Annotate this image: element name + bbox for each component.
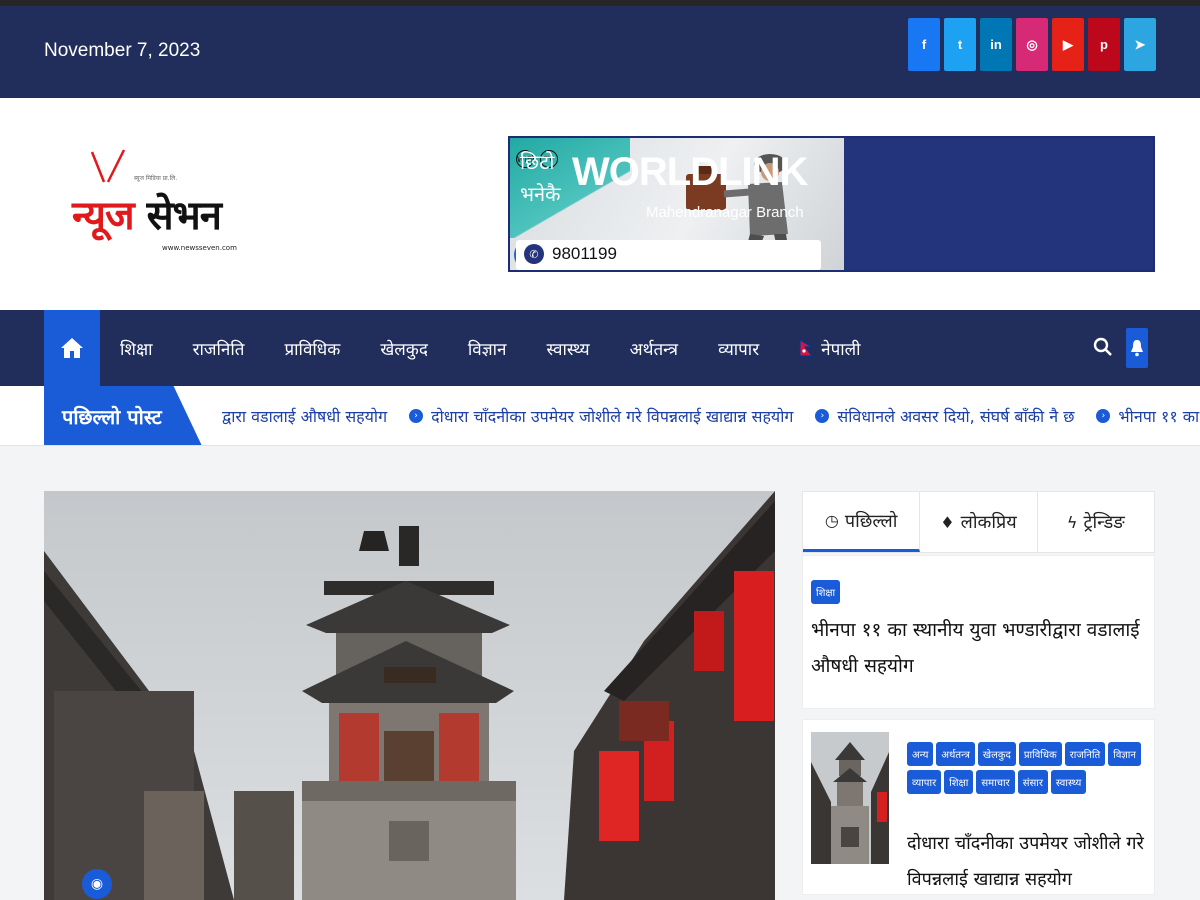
post-card[interactable]: अन्य अर्थतन्त्र खेलकुद प्राविधिक राजनिति विज्… (802, 719, 1155, 895)
category-badge[interactable]: अन्य (907, 742, 934, 766)
phone-icon: ✆ (524, 244, 544, 264)
chevron-right-icon: › (1096, 409, 1111, 423)
linkedin-icon[interactable]: in (980, 18, 1012, 71)
nav-items: शिक्षा राजनिति प्राविधिक खेलकुद विज्ञान स्वास… (100, 310, 881, 386)
featured-image[interactable]: ◉ (44, 491, 775, 900)
social-links: f t in ◎ ▶ p ➤ (908, 18, 1156, 71)
category-badge[interactable]: विज्ञान (1108, 742, 1141, 766)
facebook-icon[interactable]: f (908, 18, 940, 71)
ad-right-panel (844, 138, 1153, 270)
sidebar: ◷ पछिल्लो ♦ लोकप्रिय ϟ ट्रेन्डिङ शिक्षा भीनपा… (802, 491, 1155, 895)
current-date: November 7, 2023 (44, 40, 201, 61)
category-badge[interactable]: स्वास्थ्य (1050, 770, 1087, 794)
logo-word-red: न्यूज (72, 193, 135, 239)
thumbnail-photo (811, 732, 889, 864)
tab-label: ट्रेन्डिङ (1083, 512, 1125, 533)
advertisement-banner[interactable]: WiFi TV ● छिटो भनेकै WORLDLINK Mahendran… (508, 136, 1155, 272)
instagram-icon[interactable]: ◎ (1016, 18, 1048, 71)
site-logo[interactable]: ब्यूज मिडिया प्रा.लि. न्यूज सेभन www.new… (68, 148, 238, 268)
post-categories: अन्य अर्थतन्त्र खेलकुद प्राविधिक राजनिति विज्… (907, 742, 1147, 798)
nepal-flag-icon (799, 339, 814, 357)
ticker-text: भीनपा ११ का स्थानीय (1118, 407, 1200, 426)
camera-icon: ◉ (82, 869, 112, 899)
tower-photo (44, 491, 775, 900)
category-badge[interactable]: शिक्षा (944, 770, 974, 794)
ticker-item[interactable]: › भीनपा ११ का स्थानीय (1096, 405, 1200, 427)
ticker-track: द्वारा वडालाई औषधी सहयोग › दोधारा चाँदनीका… (222, 386, 1200, 445)
nav-item[interactable]: खेलकुद (360, 337, 448, 360)
nav-item[interactable]: शिक्षा (100, 337, 173, 360)
nav-item[interactable]: स्वास्थ्य (526, 337, 609, 360)
top-bar: November 7, 2023 f t in ◎ ▶ p ➤ (0, 6, 1200, 98)
bolt-icon: ϟ (1066, 512, 1078, 532)
tab-label: पछिल्लो (844, 510, 898, 532)
ad-tagline-line1: छिटो (520, 150, 555, 174)
ticker-text: दोधारा चाँदनीका उपमेयर जोशीले गरे विपन्न… (431, 407, 794, 426)
ad-tagline: छिटो भनेकै (520, 146, 561, 210)
category-badge[interactable]: राजनिति (1064, 742, 1106, 766)
category-badge[interactable]: समाचार (976, 770, 1015, 794)
category-badge[interactable]: खेलकुद (977, 742, 1016, 766)
post-title[interactable]: दोधारा चाँदनीका उपमेयर जोशीले गरे विपन्न… (907, 826, 1147, 894)
logo-wordmark: न्यूज सेभन (72, 186, 222, 241)
antenna-icon (90, 149, 126, 183)
logo-word-black: सेभन (146, 193, 222, 239)
latest-post-ticker: पछिल्लो पोस्ट द्वारा वडालाई औषधी सहयोग › द… (0, 386, 1200, 446)
ticker-label: पछिल्लो पोस्ट (44, 386, 202, 445)
twitter-icon[interactable]: t (944, 18, 976, 71)
category-badge[interactable]: प्राविधिक (1018, 742, 1062, 766)
clock-icon: ◷ (824, 511, 839, 530)
category-badge[interactable]: संसार (1017, 770, 1048, 794)
notification-button[interactable] (1126, 328, 1148, 368)
chevron-right-icon: › (815, 409, 830, 423)
ticker-item[interactable]: › संविधानले अवसर दियो, संघर्ष बाँकी नै छ (815, 405, 1074, 427)
masthead: ब्यूज मिडिया प्रा.लि. न्यूज सेभन www.new… (0, 98, 1200, 310)
logo-url: www.newsseven.com (162, 244, 237, 252)
main-nav: शिक्षा राजनिति प्राविधिक खेलकुद विज्ञान स्वास… (0, 310, 1200, 386)
youtube-icon[interactable]: ▶ (1052, 18, 1084, 71)
ticker-item[interactable]: › दोधारा चाँदनीका उपमेयर जोशीले गरे विपन्… (409, 405, 793, 427)
home-button[interactable] (44, 310, 100, 386)
tab-latest[interactable]: ◷ पछिल्लो (803, 492, 921, 552)
ticker-item[interactable]: द्वारा वडालाई औषधी सहयोग (222, 405, 387, 427)
category-badge[interactable]: शिक्षा (811, 580, 841, 604)
nav-item[interactable]: अर्थतन्त्र (610, 337, 698, 360)
telegram-icon[interactable]: ➤ (1124, 18, 1156, 71)
post-title[interactable]: भीनपा ११ का स्थानीय युवा भण्डारीद्वारा व… (811, 612, 1146, 684)
nav-item[interactable]: राजनिति (173, 337, 265, 360)
nav-item[interactable]: विज्ञान (448, 337, 527, 360)
ad-branch: Mahendranagar Branch (646, 204, 804, 221)
nav-item-language[interactable]: नेपाली (779, 337, 880, 360)
bell-icon (1131, 340, 1143, 357)
sidebar-tabs: ◷ पछिल्लो ♦ लोकप्रिय ϟ ट्रेन्डिङ (802, 491, 1155, 553)
ticker-text: द्वारा वडालाई औषधी सहयोग (222, 407, 388, 426)
nav-language-label: नेपाली (821, 339, 861, 360)
ad-brand: WORLDLINK (572, 150, 808, 194)
nav-item[interactable]: प्राविधिक (264, 337, 360, 360)
post-thumbnail[interactable] (811, 732, 889, 864)
ad-tagline-line2: भनेकै (520, 182, 561, 206)
chevron-right-icon: › (409, 409, 424, 423)
nav-item[interactable]: व्यापार (698, 337, 779, 360)
tab-popular[interactable]: ♦ लोकप्रिय (920, 492, 1038, 552)
category-badge[interactable]: व्यापार (907, 770, 942, 794)
logo-tagline: ब्यूज मिडिया प्रा.लि. (134, 175, 178, 182)
post-card[interactable]: शिक्षा भीनपा ११ का स्थानीय युवा भण्डारीद… (802, 555, 1155, 709)
flame-icon: ♦ (940, 512, 955, 532)
ticker-text: संविधानले अवसर दियो, संघर्ष बाँकी नै छ (837, 407, 1075, 426)
search-icon[interactable] (1092, 336, 1114, 358)
category-badge[interactable]: अर्थतन्त्र (936, 742, 975, 766)
tab-trending[interactable]: ϟ ट्रेन्डिङ (1038, 492, 1154, 552)
tab-label: लोकप्रिय (960, 512, 1017, 533)
ad-phone: 9801199 (552, 244, 617, 263)
pinterest-icon[interactable]: p (1088, 18, 1120, 71)
home-icon (61, 338, 83, 358)
